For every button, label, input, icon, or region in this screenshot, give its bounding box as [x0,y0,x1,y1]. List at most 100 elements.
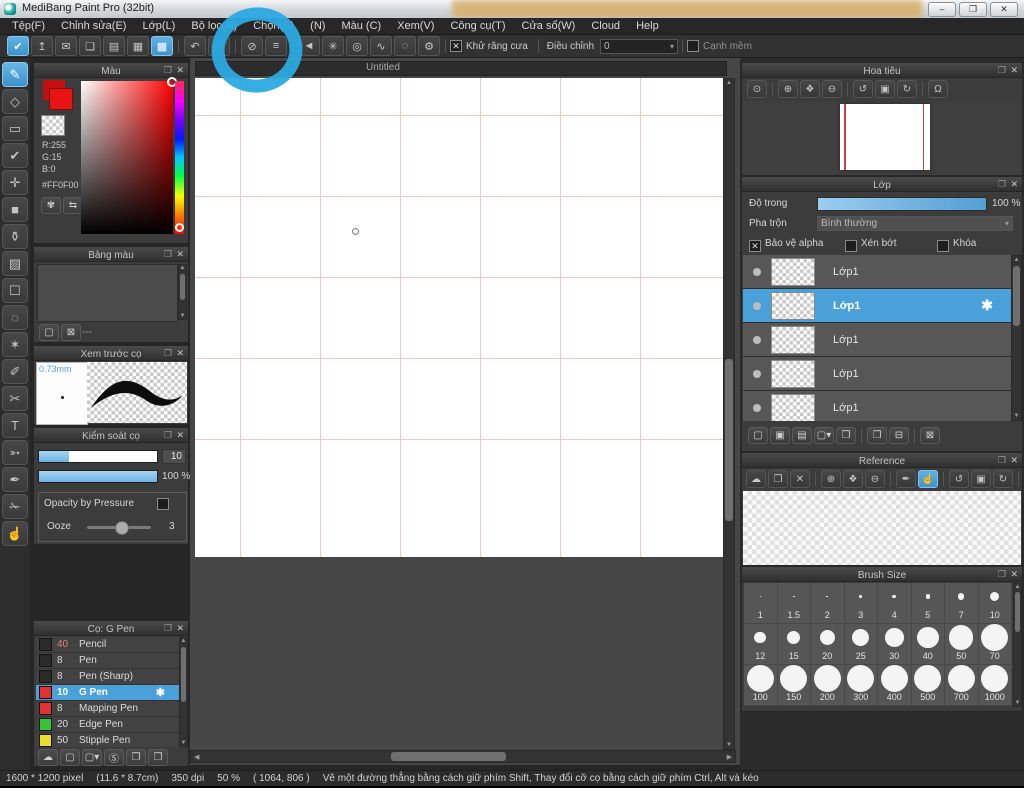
menu-item[interactable]: Bộ lọc(R) [183,20,245,32]
brush-size-cell[interactable]: 1 [744,583,778,624]
brush-size-cell[interactable]: 40 [911,624,945,665]
scroll-down-icon[interactable]: ▼ [1012,413,1021,419]
soft-edge-checkbox[interactable] [687,40,700,52]
gear-icon[interactable]: ✱ [156,686,165,699]
script-icon[interactable]: Ⓢ [104,749,124,766]
brush-size-cell[interactable]: 4 [878,583,912,624]
popout-panel-icon[interactable]: ❐ [998,63,1006,77]
brush-size-cell[interactable]: 200 [811,665,845,706]
brush-size-cell[interactable]: 1000 [978,665,1012,706]
brush-size-cell[interactable]: 12 [744,624,778,665]
folder-icon[interactable]: ❒ [126,749,146,766]
select-eraser-icon[interactable]: ✂ [2,386,28,411]
menu-item[interactable]: Tệp(F) [4,20,53,32]
menu-item[interactable]: Công cụ(T) [442,20,513,32]
close-panel-icon[interactable]: ✕ [176,247,184,261]
layer-row[interactable]: Lớp1 [743,357,1011,391]
rotate-ccw-icon[interactable]: ↺ [949,470,969,488]
close-panel-icon[interactable]: ✕ [1010,63,1018,77]
layer-visible-icon[interactable] [753,335,761,344]
scrollbar-thumb[interactable] [1015,592,1020,632]
popout-panel-icon[interactable]: ❐ [164,428,172,442]
hue-marker[interactable] [175,223,184,232]
popout-panel-icon[interactable]: ❐ [998,453,1006,467]
scrollbar-thumb[interactable] [391,752,506,761]
zoom-fit-icon[interactable]: ❖ [843,470,863,488]
brush-size-cell[interactable]: 3 [844,583,878,624]
brush-size-cell[interactable]: 15 [777,624,811,665]
zoom-in-icon[interactable]: ⊕ [821,470,841,488]
antialias-checkbox[interactable]: ✕ [450,40,462,52]
move-icon[interactable]: ✛ [2,170,28,195]
minimize-icon[interactable]: – [928,2,956,17]
clipping-checkbox[interactable] [845,237,857,255]
brush-size-cell[interactable]: 400 [878,665,912,706]
layer-opacity-slider[interactable] [817,197,987,211]
rotate-ccw-icon[interactable]: ↺ [853,80,873,98]
drawing-canvas[interactable] [195,78,723,557]
no-snap-icon[interactable]: ⊘ [241,36,263,56]
menu-item[interactable]: Help [628,20,667,32]
brush-row[interactable]: 8 Mapping Pen [36,701,179,717]
magic-wand-icon[interactable]: ✶ [2,332,28,357]
reference-content[interactable] [743,491,1021,565]
brush-size-value[interactable]: 10 [162,449,186,464]
brush-size-cell[interactable]: 100 [744,665,778,706]
scrollbar-thumb[interactable] [1013,266,1020,326]
close-panel-icon[interactable]: ✕ [176,346,184,360]
menu-item[interactable]: Lớp(L) [134,20,183,32]
rotate-cw-icon[interactable]: ↻ [993,470,1013,488]
zoom-out-icon[interactable]: ⊖ [822,80,842,98]
brush-opacity-slider[interactable] [38,470,158,483]
radial-snap-icon[interactable]: ✳ [322,36,344,56]
add-menu-icon[interactable]: ▢▾ [814,427,834,444]
duplicate-icon[interactable]: ❐ [148,749,168,766]
menu-item[interactable]: Cloud [583,20,628,32]
cloud-icon[interactable]: ☁ [38,749,58,766]
scrollbar-thumb[interactable] [180,274,185,300]
folder-icon[interactable]: ❒ [836,427,856,444]
layer-visible-icon[interactable] [753,403,761,412]
circle-snap-icon[interactable]: ◎ [346,36,368,56]
menu-item[interactable]: Màu (C) [333,20,389,32]
new-8bit-icon[interactable]: ▣ [770,427,790,444]
cloud-icon[interactable]: ☁ [746,470,766,488]
ooze-slider-knob[interactable] [115,521,129,535]
folder-icon[interactable]: ❒ [768,470,788,488]
scroll-up-icon[interactable]: ▲ [1014,584,1021,590]
new-item-icon[interactable]: ▢ [60,749,80,766]
cross-snap-icon[interactable]: ◄ [298,36,320,56]
zoom-in-icon[interactable]: ⊕ [778,80,798,98]
transparent-color-swatch[interactable] [41,115,65,136]
hand-icon[interactable]: ☝ [918,470,938,488]
eyedropper-icon[interactable]: ✒ [2,467,28,492]
menu-item[interactable]: Xem(V) [389,20,442,32]
brush-size-cell[interactable]: 70 [978,624,1012,665]
curve-snap-icon[interactable]: ∿ [370,36,392,56]
saturation-value-picker[interactable] [81,77,177,234]
brush-list-scrollbar[interactable]: ▲ ▼ [179,637,188,747]
brush-size-cell[interactable]: 20 [811,624,845,665]
zoom-out-icon[interactable]: ⊖ [865,470,885,488]
alpha-protect-checkbox[interactable]: ✕ [749,237,761,255]
duplicate-icon[interactable]: ❐ [867,427,887,444]
comment-icon[interactable]: ✉ [55,36,77,56]
popout-panel-icon[interactable]: ❐ [998,177,1006,191]
gradient-icon[interactable]: ▨ [2,251,28,276]
brush-row[interactable]: 10 G Pen ✱ [36,685,179,701]
scrollbar-thumb[interactable] [725,359,733,521]
palette-icon[interactable]: ✾ [41,197,61,214]
canvas-tab[interactable]: Untitled [366,62,400,74]
brush-size-cell[interactable]: 2 [811,583,845,624]
gear-icon[interactable]: ✱ [981,297,993,314]
new-item-icon[interactable]: ▢ [748,427,768,444]
layer-blend-dropdown[interactable]: Bình thường ▾ [817,216,1013,231]
brush-icon[interactable]: ✎ [2,62,28,87]
menu-item[interactable]: Chỉnh sửa(E) [53,20,134,32]
trash-icon[interactable]: ⊠ [61,324,81,341]
hue-bar[interactable] [175,81,184,234]
scrollbar-thumb[interactable] [181,647,186,702]
brush-size-cell[interactable]: 30 [878,624,912,665]
brush-size-slider[interactable] [38,450,158,463]
brush-size-cell[interactable]: 500 [911,665,945,706]
